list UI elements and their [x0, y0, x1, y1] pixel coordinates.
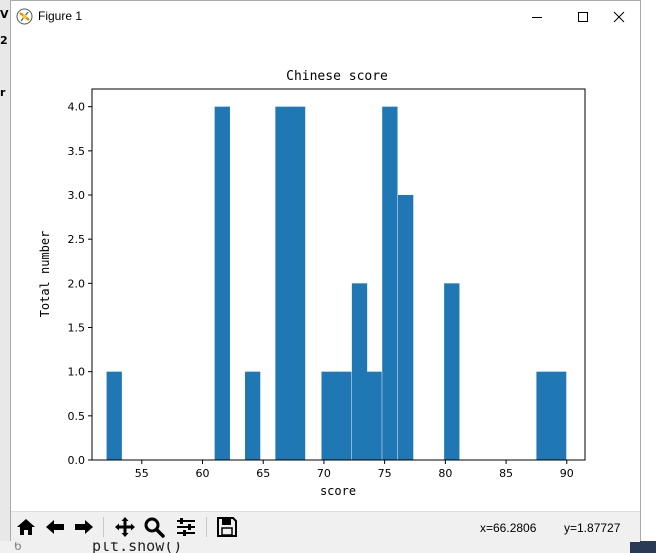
- histogram-bar: [289, 106, 306, 461]
- x-tick-label: 70: [317, 467, 331, 480]
- x-tick-label: 90: [560, 467, 574, 480]
- histogram-bar: [351, 283, 368, 460]
- x-coordinate-readout: x=66.2806: [480, 521, 537, 535]
- close-button[interactable]: [596, 1, 642, 32]
- y-tick-label: 4.0: [68, 101, 86, 114]
- x-tick-label: 80: [438, 467, 452, 480]
- x-tick-label: 75: [378, 467, 392, 480]
- histogram-chart: Chinese score 55 60 65 70 75 80 85 90 0.0 0.5 1.0…: [38, 69, 586, 498]
- background-dark-strip: [630, 541, 656, 553]
- forward-button[interactable]: [71, 515, 97, 539]
- forward-arrow-icon: [75, 520, 93, 534]
- back-arrow-icon: [46, 520, 64, 534]
- x-tick-label: 65: [256, 467, 270, 480]
- y-tick-label: 0.5: [68, 410, 86, 423]
- window-title: Figure 1: [38, 9, 83, 23]
- strip-mark: r: [0, 86, 6, 99]
- save-icon: [217, 517, 237, 537]
- toolbar-separator: [103, 517, 104, 537]
- y-ticks-group: 0.0 0.5 1.0 1.5 2.0 2.5 3.0 3.5 4.0: [68, 101, 92, 467]
- title-bar[interactable]: Figure 1: [11, 1, 640, 32]
- y-tick-label: 0.0: [68, 454, 86, 467]
- y-tick-label: 3.5: [68, 145, 86, 158]
- plot-canvas[interactable]: Chinese score 55 60 65 70 75 80 85 90 0.0 0.5 1.0…: [11, 32, 640, 511]
- pan-button[interactable]: [112, 515, 138, 539]
- chart-title: Chinese score: [286, 69, 388, 84]
- histogram-bar: [214, 106, 230, 461]
- histogram-bar: [398, 195, 414, 460]
- zoom-button[interactable]: [141, 515, 167, 539]
- y-tick-label: 1.5: [68, 322, 86, 335]
- histogram-bar: [551, 371, 567, 460]
- zoom-icon: [144, 517, 165, 538]
- x-axis-label: score: [320, 484, 356, 498]
- x-tick-label: 55: [135, 467, 149, 480]
- histogram-bar: [275, 106, 291, 461]
- app-icon: [16, 8, 33, 25]
- y-axis-label: Total number: [38, 231, 52, 318]
- save-button[interactable]: [214, 515, 240, 539]
- maximize-icon: [578, 11, 588, 22]
- x-tick-label: 60: [196, 467, 210, 480]
- close-icon: [613, 11, 625, 22]
- y-tick-label: 3.0: [68, 189, 86, 202]
- histogram-bar: [106, 371, 122, 460]
- y-tick-label: 2.5: [68, 233, 86, 246]
- histogram-bar: [245, 371, 261, 460]
- minimize-button[interactable]: [514, 1, 560, 32]
- histogram-bar: [444, 283, 460, 460]
- navigation-toolbar: x=66.2806 y=1.87727: [11, 511, 640, 542]
- figure-window: Figure 1 Chinese score 55 60 65 70 75 80 85 90 …: [10, 0, 641, 542]
- toolbar-separator: [206, 517, 207, 537]
- minimize-icon: [532, 16, 542, 18]
- back-button[interactable]: [42, 515, 68, 539]
- pan-icon: [115, 517, 135, 537]
- strip-mark: V: [0, 8, 9, 21]
- y-coordinate-readout: y=1.87727: [564, 521, 621, 535]
- histogram-bar: [382, 106, 398, 461]
- x-ticks-group: 55 60 65 70 75 80 85 90: [135, 460, 574, 480]
- strip-mark: 2: [0, 34, 8, 47]
- code-line: plt.show(): [92, 541, 183, 553]
- y-tick-label: 1.0: [68, 366, 86, 379]
- histogram-bar: [321, 371, 337, 460]
- configure-subplots-button[interactable]: [173, 515, 199, 539]
- background-editor-bottom: 6 plt.show(): [0, 541, 656, 553]
- histogram-bar: [336, 371, 352, 460]
- line-number: 6: [14, 541, 22, 553]
- histogram-bar: [536, 371, 552, 460]
- histogram-bar: [366, 371, 382, 460]
- bars-group: [106, 106, 567, 461]
- x-tick-label: 85: [499, 467, 513, 480]
- y-tick-label: 2.0: [68, 277, 86, 290]
- configure-subplots-icon: [177, 518, 195, 536]
- home-button[interactable]: [13, 515, 39, 539]
- home-icon: [17, 519, 35, 535]
